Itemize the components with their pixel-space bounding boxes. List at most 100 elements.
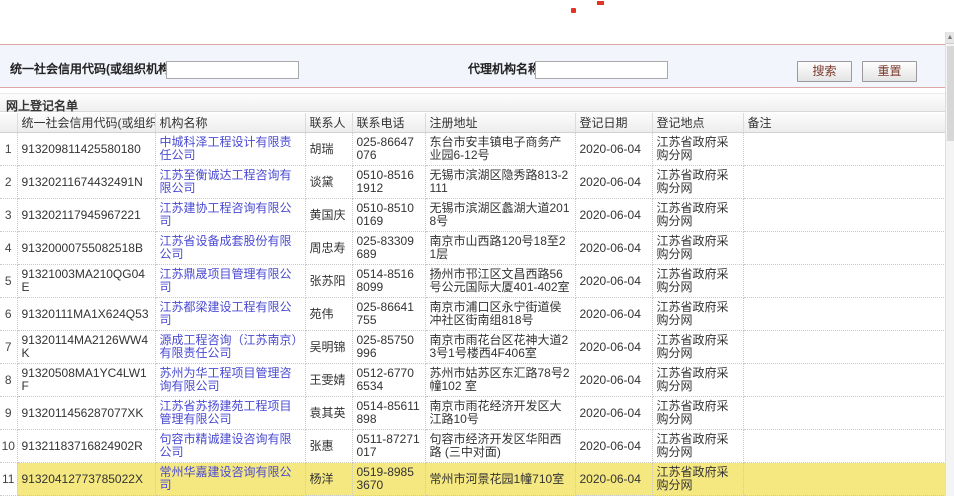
- date-cell: 2020-06-04: [575, 265, 652, 298]
- remark-cell: [743, 331, 945, 364]
- header-credit-code: 统一社会信用代码(或组织机构代码: [17, 113, 155, 133]
- header-place: 登记地点: [652, 113, 743, 133]
- phone-cell: 0514-85611898: [352, 397, 425, 430]
- org-name-link[interactable]: 江苏都梁建设工程有限公司: [160, 300, 292, 327]
- row-number: 2: [0, 166, 17, 199]
- org-name-cell: 江苏至衡诚达工程咨询有限公司: [155, 166, 305, 199]
- org-name-cell: 句容市精诚建设咨询有限公司: [155, 430, 305, 463]
- table-row[interactable]: 691320111MA1X624Q53江苏都梁建设工程有限公司苑伟025-866…: [0, 298, 945, 331]
- remark-cell: [743, 166, 945, 199]
- place-cell: 江苏省政府采购分网: [652, 166, 743, 199]
- app-root: 统一社会信用代码(或组织机构代码): 代理机构名称: 搜索 重置 网上登记名单 …: [0, 0, 954, 496]
- date-cell: 2020-06-04: [575, 298, 652, 331]
- org-name-link[interactable]: 中城科泽工程设计有限责任公司: [160, 135, 292, 162]
- row-number: 4: [0, 232, 17, 265]
- contact-cell: 胡瑞: [305, 133, 352, 166]
- org-name-link[interactable]: 江苏建协工程咨询有限公司: [160, 201, 292, 228]
- code-search-input[interactable]: [166, 61, 299, 79]
- table-row[interactable]: 1191320412773785022X常州华嘉建设咨询有限公司杨洋0519-8…: [0, 463, 945, 496]
- header-phone: 联系电话: [352, 113, 425, 133]
- phone-cell: 0519-89853670: [352, 463, 425, 496]
- scrollbar-thumb[interactable]: [947, 46, 954, 141]
- org-name-cell: 江苏都梁建设工程有限公司: [155, 298, 305, 331]
- reset-button[interactable]: 重置: [862, 61, 917, 82]
- address-cell: 南京市雨花台区花神大道23号1号楼西4F406室: [425, 331, 575, 364]
- table-row[interactable]: 1913209811425580180中城科泽工程设计有限责任公司胡瑞025-8…: [0, 133, 945, 166]
- org-name-link[interactable]: 苏州为华工程项目管理咨询有限公司: [160, 366, 292, 393]
- table-row[interactable]: 891320508MA1YC4LW1F苏州为华工程项目管理咨询有限公司王雯婧05…: [0, 364, 945, 397]
- contact-cell: 杨洋: [305, 463, 352, 496]
- search-button[interactable]: 搜索: [797, 61, 852, 82]
- credit-code-cell: 91320412773785022X: [17, 463, 155, 496]
- row-number: 9: [0, 397, 17, 430]
- org-name-cell: 源成工程咨询（江苏南京）有限责任公司: [155, 331, 305, 364]
- phone-cell: 025-85750996: [352, 331, 425, 364]
- org-name-link[interactable]: 句容市精诚建设咨询有限公司: [160, 432, 292, 459]
- org-name-cell: 苏州为华工程项目管理咨询有限公司: [155, 364, 305, 397]
- contact-cell: 黄国庆: [305, 199, 352, 232]
- address-cell: 南京市山西路120号18至21层: [425, 232, 575, 265]
- remark-cell: [743, 298, 945, 331]
- header-date: 登记日期: [575, 113, 652, 133]
- row-number: 1: [0, 133, 17, 166]
- agency-name-label: 代理机构名称:: [468, 60, 544, 77]
- org-name-link[interactable]: 江苏鼎晟项目管理有限公司: [160, 267, 292, 294]
- address-cell: 扬州市邗江区文昌西路56号公元国际大厦401-402室: [425, 265, 575, 298]
- phone-cell: 0511-87271017: [352, 430, 425, 463]
- table-row[interactable]: 99132011456287077XK江苏省苏扬建苑工程项目管理有限公司袁其英0…: [0, 397, 945, 430]
- address-cell: 无锡市滨湖区蠡湖大道2018号: [425, 199, 575, 232]
- vertical-scrollbar[interactable]: ▲: [945, 32, 954, 496]
- org-name-cell: 江苏省设备成套股份有限公司: [155, 232, 305, 265]
- date-cell: 2020-06-04: [575, 430, 652, 463]
- table-row[interactable]: 791320114MA2126WW4K源成工程咨询（江苏南京）有限责任公司吴明锦…: [0, 331, 945, 364]
- org-name-link[interactable]: 江苏省设备成套股份有限公司: [160, 234, 292, 261]
- table-row[interactable]: 291320211674432491N江苏至衡诚达工程咨询有限公司谈黛0510-…: [0, 166, 945, 199]
- org-name-link[interactable]: 江苏至衡诚达工程咨询有限公司: [160, 168, 292, 195]
- date-cell: 2020-06-04: [575, 331, 652, 364]
- header-index: [0, 113, 17, 133]
- agency-name-input[interactable]: [535, 61, 668, 79]
- contact-cell: 张惠: [305, 430, 352, 463]
- scroll-up-icon[interactable]: ▲: [946, 32, 954, 44]
- credit-code-cell: 91321003MA210QG04E: [17, 265, 155, 298]
- place-cell: 江苏省政府采购分网: [652, 364, 743, 397]
- place-cell: 江苏省政府采购分网: [652, 199, 743, 232]
- table-row[interactable]: 3913202117945967221江苏建协工程咨询有限公司黄国庆0510-8…: [0, 199, 945, 232]
- phone-cell: 0512-67706534: [352, 364, 425, 397]
- place-cell: 江苏省政府采购分网: [652, 331, 743, 364]
- org-name-link[interactable]: 江苏省苏扬建苑工程项目管理有限公司: [160, 399, 292, 426]
- table-row[interactable]: 1091321183716824902R句容市精诚建设咨询有限公司张惠0511-…: [0, 430, 945, 463]
- phone-cell: 0510-85161912: [352, 166, 425, 199]
- remark-cell: [743, 430, 945, 463]
- date-cell: 2020-06-04: [575, 463, 652, 496]
- phone-cell: 0510-85100169: [352, 199, 425, 232]
- date-cell: 2020-06-04: [575, 166, 652, 199]
- org-name-link[interactable]: 常州华嘉建设咨询有限公司: [160, 465, 292, 492]
- search-bar: 统一社会信用代码(或组织机构代码): 代理机构名称: 搜索 重置: [0, 44, 945, 88]
- date-cell: 2020-06-04: [575, 133, 652, 166]
- credit-code-cell: 913202117945967221: [17, 199, 155, 232]
- place-cell: 江苏省政府采购分网: [652, 133, 743, 166]
- row-number: 7: [0, 331, 17, 364]
- address-cell: 无锡市滨湖区隐秀路813-2111: [425, 166, 575, 199]
- remark-cell: [743, 199, 945, 232]
- contact-cell: 袁其英: [305, 397, 352, 430]
- header-contact: 联系人: [305, 113, 352, 133]
- org-name-link[interactable]: 源成工程咨询（江苏南京）有限责任公司: [160, 333, 298, 360]
- remark-cell: [743, 265, 945, 298]
- address-cell: 常州市河景花园1幢710室: [425, 463, 575, 496]
- row-number: 8: [0, 364, 17, 397]
- section-title: 网上登记名单: [0, 93, 945, 112]
- remark-cell: [743, 463, 945, 496]
- credit-code-cell: 91320111MA1X624Q53: [17, 298, 155, 331]
- contact-cell: 周忠寿: [305, 232, 352, 265]
- contact-cell: 谈黛: [305, 166, 352, 199]
- table-row[interactable]: 591321003MA210QG04E江苏鼎晟项目管理有限公司张苏阳0514-8…: [0, 265, 945, 298]
- row-number: 6: [0, 298, 17, 331]
- place-cell: 江苏省政府采购分网: [652, 298, 743, 331]
- phone-cell: 025-83309689: [352, 232, 425, 265]
- table-header-row: 统一社会信用代码(或组织机构代码 机构名称 联系人 联系电话 注册地址 登记日期…: [0, 113, 945, 133]
- table-row[interactable]: 491320000755082518B江苏省设备成套股份有限公司周忠寿025-8…: [0, 232, 945, 265]
- credit-code-cell: 9132011456287077XK: [17, 397, 155, 430]
- remark-cell: [743, 364, 945, 397]
